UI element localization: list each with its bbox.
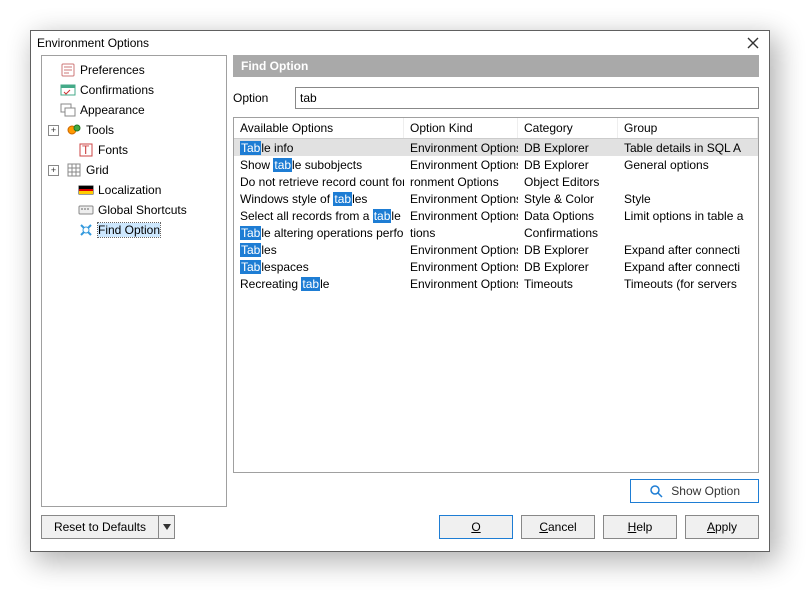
- cell-option: Tablespaces: [234, 260, 404, 274]
- tree-item-appearance[interactable]: Appearance: [44, 100, 224, 120]
- tree-item-fonts[interactable]: T Fonts: [44, 140, 224, 160]
- cell-category: Confirmations: [518, 226, 618, 240]
- close-icon[interactable]: [743, 33, 763, 53]
- cell-kind: Environment Options: [404, 243, 518, 257]
- cell-group: Timeouts (for servers: [618, 277, 758, 291]
- cell-category: DB Explorer: [518, 260, 618, 274]
- table-row[interactable]: Windows style of tablesEnvironment Optio…: [234, 190, 758, 207]
- tree-item-label: Localization: [98, 183, 161, 197]
- tree-item-global-shortcuts[interactable]: Global Shortcuts: [44, 200, 224, 220]
- cancel-button[interactable]: Cancel: [521, 515, 595, 539]
- table-row[interactable]: TablesEnvironment OptionsDB ExplorerExpa…: [234, 241, 758, 258]
- tree-expander-icon[interactable]: +: [48, 125, 59, 136]
- show-option-label: Show Option: [671, 484, 740, 498]
- cell-kind: Environment Options: [404, 158, 518, 172]
- help-button[interactable]: Help: [603, 515, 677, 539]
- cell-category: DB Explorer: [518, 158, 618, 172]
- keys-icon: [78, 202, 94, 218]
- cell-kind: Environment Options: [404, 141, 518, 155]
- pref-icon: [60, 62, 76, 78]
- cell-kind: tions: [404, 226, 518, 240]
- tree-item-localization[interactable]: Localization: [44, 180, 224, 200]
- table-row[interactable]: Do not retrieve record count for a table…: [234, 173, 758, 190]
- cell-option: Windows style of tables: [234, 192, 404, 206]
- search-icon: [649, 484, 663, 498]
- cell-kind: Environment Options: [404, 277, 518, 291]
- option-input[interactable]: [295, 87, 759, 109]
- column-header[interactable]: Group: [618, 118, 758, 138]
- confirm-icon: [60, 82, 76, 98]
- tree-item-preferences[interactable]: Preferences: [44, 60, 224, 80]
- tree-item-confirmations[interactable]: Confirmations: [44, 80, 224, 100]
- cell-category: Data Options: [518, 209, 618, 223]
- tree-item-label: Grid: [86, 163, 109, 177]
- cell-group: Expand after connecti: [618, 260, 758, 274]
- cell-group: Expand after connecti: [618, 243, 758, 257]
- tree-item-grid[interactable]: + Grid: [44, 160, 224, 180]
- tree-item-label: Find Option: [98, 223, 160, 237]
- apply-button[interactable]: Apply: [685, 515, 759, 539]
- cell-category: Object Editors: [518, 175, 618, 189]
- results-grid[interactable]: Available OptionsOption KindCategoryGrou…: [233, 117, 759, 473]
- table-row[interactable]: Show table subobjectsEnvironment Options…: [234, 156, 758, 173]
- table-row[interactable]: Table altering operations performed via …: [234, 224, 758, 241]
- tree-item-label: Global Shortcuts: [98, 203, 187, 217]
- reset-defaults-button[interactable]: Reset to Defaults: [41, 515, 159, 539]
- cell-group: Table details in SQL A: [618, 141, 758, 155]
- table-row[interactable]: Recreating tableEnvironment OptionsTimeo…: [234, 275, 758, 292]
- cell-kind: ronment Options: [404, 175, 518, 189]
- find-icon: [78, 222, 94, 238]
- cell-option: Table altering operations performed via …: [234, 226, 404, 240]
- appear-icon: [60, 102, 76, 118]
- column-header[interactable]: Option Kind: [404, 118, 518, 138]
- environment-options-dialog: Environment Options Preferences Confirmat…: [30, 30, 770, 552]
- locale-icon: [78, 182, 94, 198]
- dialog-footer: Reset to Defaults O Cancel Help Apply: [31, 507, 769, 551]
- show-option-button[interactable]: Show Option: [630, 479, 759, 503]
- font-icon: T: [78, 142, 94, 158]
- table-row[interactable]: Select all records from a table *Environ…: [234, 207, 758, 224]
- svg-text:T: T: [82, 143, 90, 157]
- table-row[interactable]: TablespacesEnvironment OptionsDB Explore…: [234, 258, 758, 275]
- cell-option: Show table subobjects: [234, 158, 404, 172]
- options-tree[interactable]: Preferences Confirmations Appearance + Tools…: [41, 55, 227, 507]
- grid-header: Available OptionsOption KindCategoryGrou…: [234, 118, 758, 139]
- cell-category: Style & Color: [518, 192, 618, 206]
- cell-category: Timeouts: [518, 277, 618, 291]
- gear-icon: [66, 122, 82, 138]
- tree-item-label: Tools: [86, 123, 114, 137]
- cell-group: General options: [618, 158, 758, 172]
- grid-body[interactable]: Table infoEnvironment OptionsDB Explorer…: [234, 139, 758, 472]
- tree-item-label: Preferences: [80, 63, 145, 77]
- table-row[interactable]: Table infoEnvironment OptionsDB Explorer…: [234, 139, 758, 156]
- cell-category: DB Explorer: [518, 243, 618, 257]
- grid-icon: [66, 162, 82, 178]
- option-label: Option: [233, 91, 287, 105]
- right-panel: Find Option Option Available OptionsOpti…: [233, 55, 759, 507]
- cell-kind: Environment Options: [404, 209, 518, 223]
- cell-option: Do not retrieve record count for a table: [234, 175, 404, 189]
- cell-kind: Environment Options: [404, 260, 518, 274]
- cell-group: Limit options in table a: [618, 209, 758, 223]
- cell-group: Style: [618, 192, 758, 206]
- tree-item-label: Confirmations: [80, 83, 154, 97]
- column-header[interactable]: Available Options: [234, 118, 404, 138]
- tree-item-find-option[interactable]: Find Option: [44, 220, 224, 240]
- ok-button[interactable]: O: [439, 515, 513, 539]
- section-header: Find Option: [233, 55, 759, 77]
- cell-kind: Environment Options: [404, 192, 518, 206]
- cell-option: Select all records from a table *: [234, 209, 404, 223]
- dialog-title: Environment Options: [37, 36, 743, 50]
- tree-item-tools[interactable]: + Tools: [44, 120, 224, 140]
- tree-expander-icon[interactable]: +: [48, 165, 59, 176]
- tree-item-label: Appearance: [80, 103, 145, 117]
- cell-category: DB Explorer: [518, 141, 618, 155]
- tree-item-label: Fonts: [98, 143, 128, 157]
- reset-dropdown-button[interactable]: [159, 515, 175, 539]
- titlebar: Environment Options: [31, 31, 769, 55]
- column-header[interactable]: Category: [518, 118, 618, 138]
- cell-option: Table info: [234, 141, 404, 155]
- cell-option: Tables: [234, 243, 404, 257]
- cell-option: Recreating table: [234, 277, 404, 291]
